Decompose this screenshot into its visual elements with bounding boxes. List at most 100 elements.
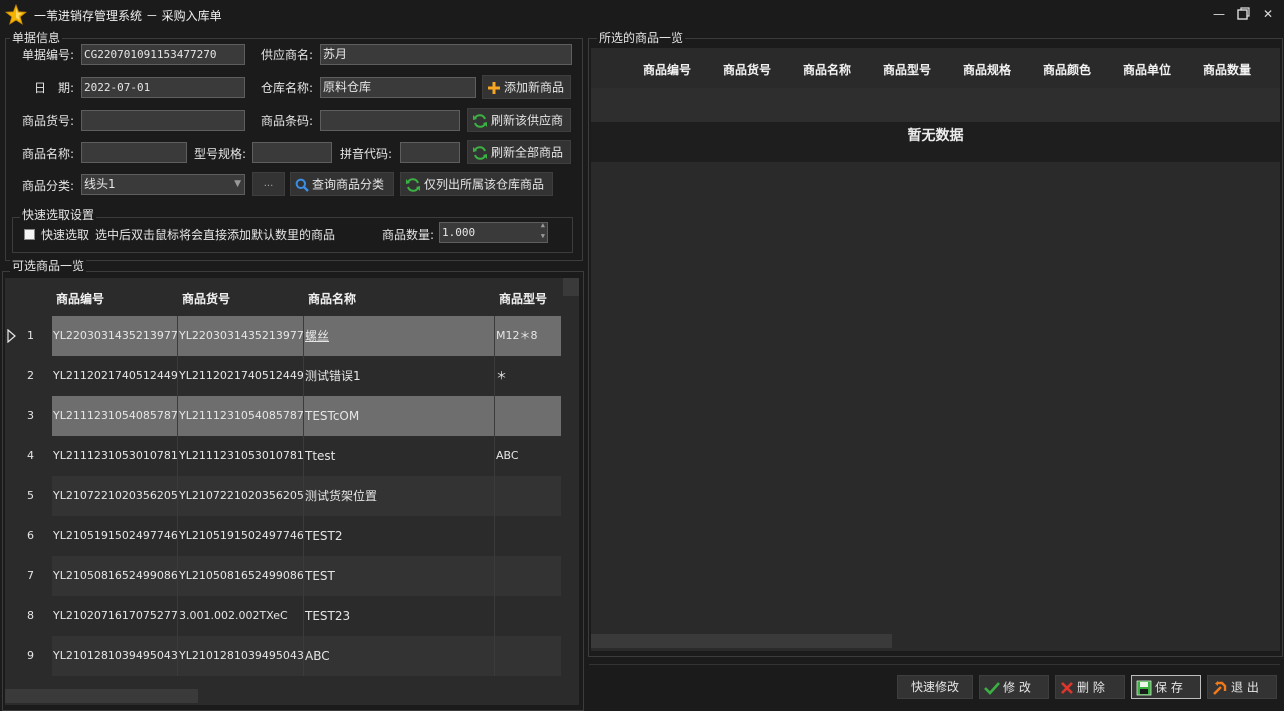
table-row[interactable]: 1 YL220303143521397786 YL22030314352139778… xyxy=(5,316,561,356)
table-row[interactable]: 7 YL210508165249908642 YL21050816524990864… xyxy=(5,556,561,596)
refresh-all-label: 刷新全部商品 xyxy=(491,145,564,160)
cell-sku[interactable]: YL211123105301078189 xyxy=(178,436,304,476)
table-row[interactable]: 5 YL210722102035620517 YL21072210203562051… xyxy=(5,476,561,516)
cell-code[interactable]: YL210128103949504394 xyxy=(52,636,178,676)
cell-name[interactable]: ABC xyxy=(304,636,495,676)
cell-model[interactable]: ABC xyxy=(495,436,561,476)
date-field[interactable]: 2022-07-01 xyxy=(81,77,245,98)
cell-model[interactable]: ＊ xyxy=(495,356,561,396)
refresh-all-button[interactable]: 刷新全部商品 xyxy=(467,140,571,164)
row-index: 5 xyxy=(27,489,34,502)
barcode-field[interactable] xyxy=(320,110,460,131)
cell-model[interactable]: M12＊8 xyxy=(495,316,561,356)
cell-code[interactable]: YL210722102035620517 xyxy=(52,476,178,516)
cell-name[interactable]: TEST23 xyxy=(304,596,495,636)
sel-col-code-header[interactable]: 商品编号 xyxy=(643,61,691,78)
cell-code[interactable]: YL211123105408578783 xyxy=(52,396,178,436)
cell-code[interactable]: YL210207161707527744 xyxy=(52,596,178,636)
cell-sku[interactable]: 3.001.002.002TXeC xyxy=(178,596,304,636)
col-model-header[interactable]: 商品型号 xyxy=(499,290,547,307)
save-button[interactable]: 保 存 xyxy=(1131,675,1201,699)
cell-name[interactable]: TESTcOM xyxy=(304,396,495,436)
pinyin-field[interactable] xyxy=(400,142,460,163)
add-product-button[interactable]: 添加新商品 xyxy=(482,75,571,99)
cell-code[interactable]: YL210508165249908642 xyxy=(52,556,178,596)
cell-sku[interactable]: YL211202174051244955 xyxy=(178,356,304,396)
cell-code[interactable]: YL211202174051244955 xyxy=(52,356,178,396)
stepper-up-icon[interactable]: ▲ xyxy=(541,223,545,231)
sku-field[interactable] xyxy=(81,110,245,131)
cell-model[interactable] xyxy=(495,396,561,436)
table-row[interactable]: 6 YL210519150249774641 YL21051915024977464… xyxy=(5,516,561,556)
refresh-supplier-button[interactable]: 刷新该供应商 xyxy=(467,108,571,132)
minimize-button[interactable]: — xyxy=(1207,3,1231,25)
cell-sku[interactable]: YL210508165249908642 xyxy=(178,556,304,596)
col-code-header[interactable]: 商品编号 xyxy=(56,290,104,307)
vertical-scrollbar[interactable] xyxy=(563,278,579,296)
table-row[interactable]: 4 YL211123105301078189 YL21112310530107818… xyxy=(5,436,561,476)
sel-col-spec-header[interactable]: 商品规格 xyxy=(963,61,1011,78)
cell-code[interactable]: YL211123105301078189 xyxy=(52,436,178,476)
supplier-field[interactable]: 苏月 xyxy=(320,44,572,65)
cell-model[interactable] xyxy=(495,516,561,556)
col-sku-header[interactable]: 商品货号 xyxy=(182,290,230,307)
col-name-header[interactable]: 商品名称 xyxy=(308,290,356,307)
category-select[interactable]: 线头1 ▼ xyxy=(81,174,245,195)
cell-sku[interactable]: YL210519150249774641 xyxy=(178,516,304,556)
quick-select-checkbox[interactable] xyxy=(24,229,35,240)
available-products-title: 可选商品一览 xyxy=(10,259,87,273)
search-icon xyxy=(295,178,309,192)
only-warehouse-button[interactable]: 仅列出所属该仓库商品 xyxy=(400,172,553,196)
horizontal-scrollbar[interactable] xyxy=(5,689,198,703)
exit-icon xyxy=(1213,680,1227,695)
exit-label: 退 出 xyxy=(1231,680,1259,695)
quantity-stepper[interactable]: 1.000 ▲ ▼ xyxy=(439,222,548,243)
sel-col-model-header[interactable]: 商品型号 xyxy=(883,61,931,78)
cell-sku[interactable]: YL210722102035620517 xyxy=(178,476,304,516)
cell-name[interactable]: 测试错误1 xyxy=(304,356,495,396)
stepper-down-icon[interactable]: ▼ xyxy=(541,231,545,242)
sel-col-unit-header[interactable]: 商品单位 xyxy=(1123,61,1171,78)
cell-name[interactable]: TEST2 xyxy=(304,516,495,556)
row-index: 1 xyxy=(27,329,34,342)
spec-field[interactable] xyxy=(252,142,332,163)
cell-sku[interactable]: YL210128103949504394 xyxy=(178,636,304,676)
table-row[interactable]: 2 YL211202174051244955 YL21120217405124495… xyxy=(5,356,561,396)
cell-code[interactable]: YL210519150249774641 xyxy=(52,516,178,556)
row-index: 4 xyxy=(27,449,34,462)
cell-model[interactable] xyxy=(495,596,561,636)
sel-col-color-header[interactable]: 商品颜色 xyxy=(1043,61,1091,78)
doc-no-label: 单据编号: xyxy=(22,48,75,62)
cell-model[interactable] xyxy=(495,636,561,676)
cell-name[interactable]: 测试货架位置 xyxy=(304,476,495,516)
quantity-value: 1.000 xyxy=(442,226,476,239)
maximize-button[interactable] xyxy=(1231,3,1255,25)
warehouse-field[interactable]: 原料仓库 xyxy=(320,77,476,98)
cell-name[interactable]: TEST xyxy=(304,556,495,596)
sel-col-qty-header[interactable]: 商品数量 xyxy=(1203,61,1251,78)
table-row[interactable]: 3 YL211123105408578783 YL21112310540857878… xyxy=(5,396,561,436)
close-button[interactable]: ✕ xyxy=(1256,3,1280,25)
cell-sku[interactable]: YL220303143521397786 xyxy=(178,316,304,356)
quick-edit-button[interactable]: 快速修改 xyxy=(897,675,973,699)
query-category-button[interactable]: 查询商品分类 xyxy=(290,172,394,196)
cell-model[interactable] xyxy=(495,556,561,596)
product-name-field[interactable] xyxy=(81,142,187,163)
cell-name[interactable]: Ttest xyxy=(304,436,495,476)
cell-sku[interactable]: YL211123105408578783 xyxy=(178,396,304,436)
cell-code[interactable]: YL220303143521397786 xyxy=(52,316,178,356)
selected-horizontal-scrollbar[interactable] xyxy=(591,634,892,648)
sel-col-name-header[interactable]: 商品名称 xyxy=(803,61,851,78)
table-row[interactable]: 8 YL210207161707527744 3.001.002.002TXeC TE… xyxy=(5,596,561,636)
exit-button[interactable]: 退 出 xyxy=(1207,675,1277,699)
delete-button[interactable]: 删 除 xyxy=(1055,675,1125,699)
ellipsis-button[interactable]: ... xyxy=(252,172,285,196)
sel-col-sku-header[interactable]: 商品货号 xyxy=(723,61,771,78)
cell-model[interactable] xyxy=(495,476,561,516)
grid-header: 商品编号 商品货号 商品名称 商品型号 xyxy=(5,278,561,316)
doc-no-field[interactable]: CG220701091153477270 xyxy=(81,44,245,65)
selected-products-grid: 商品编号 商品货号 商品名称 商品型号 商品规格 商品颜色 商品单位 商品数量 … xyxy=(591,48,1280,651)
table-row[interactable]: 9 YL210128103949504394 YL21012810394950439… xyxy=(5,636,561,676)
edit-button[interactable]: 修 改 xyxy=(979,675,1049,699)
cell-name[interactable]: 螺丝 xyxy=(304,316,495,356)
